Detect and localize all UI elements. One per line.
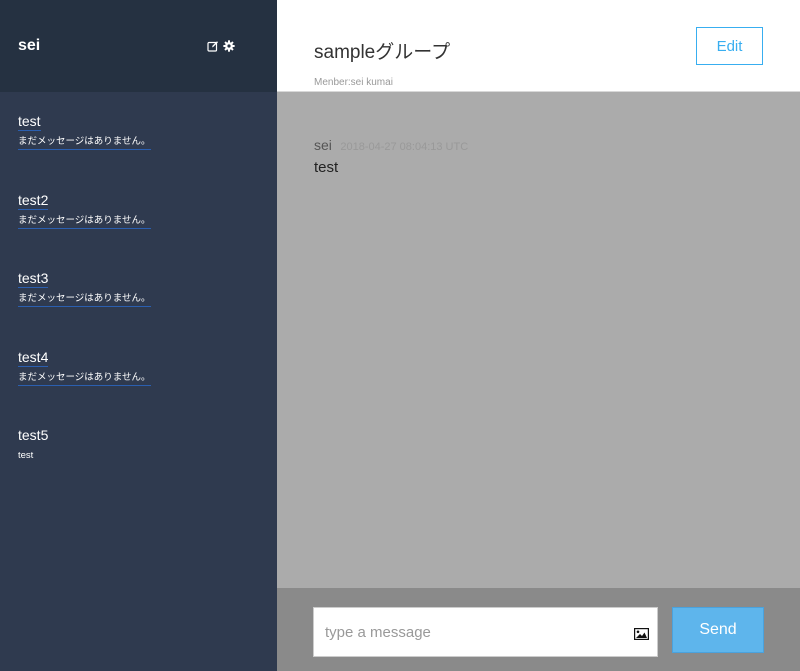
image-icon[interactable]: [634, 627, 650, 641]
group-list-item[interactable]: test3 まだメッセージはありません。: [0, 249, 277, 328]
message-input-box: [313, 607, 658, 657]
edit-icon[interactable]: [207, 39, 219, 52]
message-date: 2018-04-27 08:04:13 UTC: [340, 141, 469, 153]
group-name: test: [18, 113, 41, 131]
chat-main: sampleグループ Menber:sei kumai Edit sei 201…: [277, 0, 800, 671]
message-user: sei: [314, 137, 332, 153]
group-last-message: まだメッセージはありません。: [18, 372, 151, 386]
message-form: Send: [277, 588, 800, 671]
group-list: test まだメッセージはありません。 test2 まだメッセージはありません。…: [0, 92, 277, 485]
group-name: test4: [18, 348, 49, 367]
group-list-item[interactable]: test2 まだメッセージはありません。: [0, 171, 277, 250]
group-name: test2: [18, 191, 49, 210]
group-name: test3: [18, 270, 49, 288]
group-title: sampleグループ: [314, 42, 451, 63]
edit-group-button[interactable]: Edit: [696, 27, 763, 65]
group-members: Menber:sei kumai: [314, 77, 393, 88]
group-last-message: test: [18, 450, 34, 461]
group-last-message: まだメッセージはありません。: [18, 215, 151, 229]
message-text: test: [314, 159, 339, 176]
group-list-item[interactable]: test5 test: [0, 406, 277, 485]
send-button[interactable]: Send: [672, 607, 764, 653]
message: sei 2018-04-27 08:04:13 UTC test: [314, 137, 468, 176]
group-last-message: まだメッセージはありません。: [18, 136, 151, 150]
message-list: sei 2018-04-27 08:04:13 UTC test: [277, 92, 800, 588]
chat-header: sampleグループ Menber:sei kumai Edit: [277, 0, 800, 92]
group-list-item[interactable]: test まだメッセージはありません。: [0, 92, 277, 171]
header-icons: [207, 39, 235, 52]
sidebar-header: sei: [0, 0, 277, 92]
group-name: test5: [18, 427, 49, 443]
group-last-message: まだメッセージはありません。: [18, 293, 151, 307]
message-input[interactable]: [314, 608, 624, 656]
current-user-name: sei: [18, 37, 41, 54]
sidebar: sei test まだメッセージはありません。 test2 まだメッセージはあり…: [0, 0, 277, 671]
group-list-item[interactable]: test4 まだメッセージはありません。: [0, 328, 277, 407]
gear-icon[interactable]: [223, 39, 235, 52]
